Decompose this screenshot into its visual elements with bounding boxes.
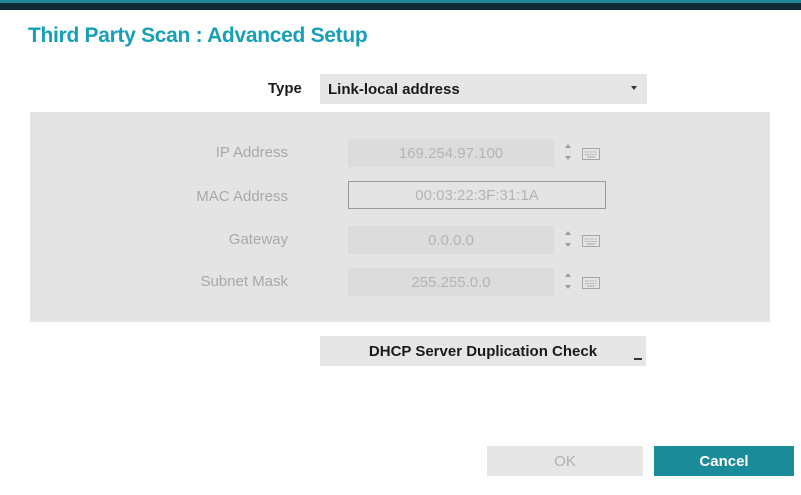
dropdown-arrow-icon (631, 86, 637, 90)
cancel-button[interactable]: Cancel (654, 446, 794, 476)
window-top-bar (0, 0, 801, 10)
window-top-accent (0, 0, 801, 3)
subnet-mask-label: Subnet Mask (200, 273, 288, 290)
subnet-mask-spinner-icon[interactable] (562, 270, 574, 294)
ip-address-keyboard-icon[interactable] (582, 148, 600, 160)
mac-address-field[interactable]: 00:03:22:3F:31:1A (348, 181, 606, 209)
gateway-spinner-icon[interactable] (562, 228, 574, 252)
button-corner-mark-icon (634, 358, 642, 360)
ip-address-label: IP Address (215, 144, 288, 161)
ok-button[interactable]: OK (487, 446, 643, 476)
network-settings-panel: IP Address 169.254.97.100 MAC Address 00… (30, 112, 770, 322)
dhcp-duplication-check-label: DHCP Server Duplication Check (368, 342, 598, 360)
gateway-field[interactable]: 0.0.0.0 (348, 226, 554, 254)
type-select[interactable]: Link-local address (320, 74, 647, 104)
mac-address-label: MAC Address (196, 188, 288, 205)
type-label: Type (268, 80, 302, 97)
gateway-keyboard-icon[interactable] (582, 235, 600, 247)
subnet-mask-field[interactable]: 255.255.0.0 (348, 268, 554, 296)
ip-address-spinner-icon[interactable] (562, 141, 574, 165)
type-select-value: Link-local address (328, 80, 460, 98)
advanced-setup-dialog: Third Party Scan : Advanced Setup Type L… (0, 0, 801, 495)
ip-address-field[interactable]: 169.254.97.100 (348, 139, 554, 167)
gateway-label: Gateway (228, 231, 288, 248)
subnet-mask-keyboard-icon[interactable] (582, 277, 600, 289)
dialog-title: Third Party Scan : Advanced Setup (28, 24, 368, 47)
dhcp-duplication-check-button[interactable]: DHCP Server Duplication Check (320, 336, 646, 366)
